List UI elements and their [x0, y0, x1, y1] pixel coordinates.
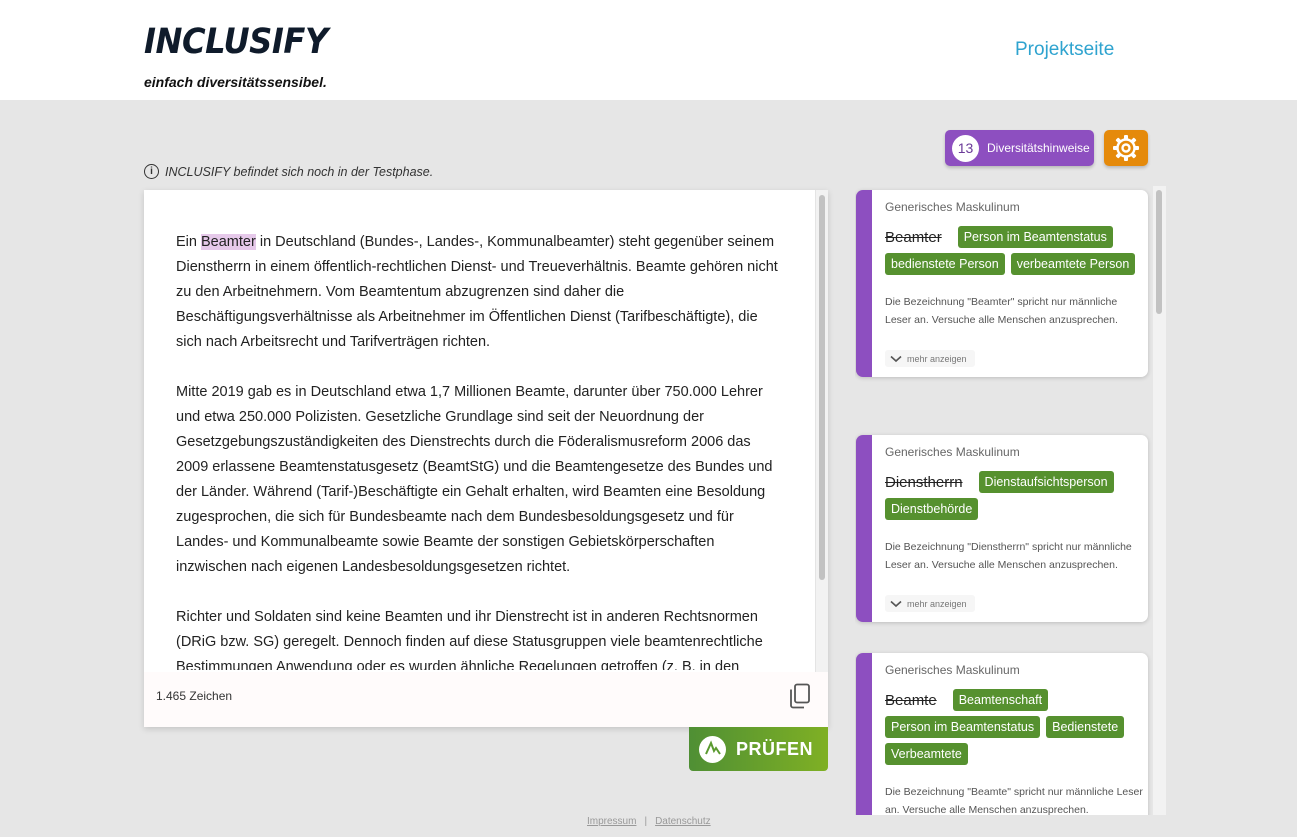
hints-label: Diversitätshinweise: [987, 141, 1090, 155]
hint-type: Generisches Maskulinum: [885, 663, 1020, 677]
impressum-link[interactable]: Impressum: [587, 816, 636, 827]
scrollbar-thumb[interactable]: [1156, 190, 1162, 314]
check-logo-icon: [699, 735, 726, 763]
hint-card: Generisches Maskulinum Beamte Beamtensch…: [856, 653, 1148, 815]
tagline: einfach diversitätssensibel.: [144, 74, 327, 90]
chevron-down-icon: [890, 600, 902, 608]
footer: Impressum | Datenschutz: [587, 816, 711, 827]
hint-description: Die Bezeichnung "Beamter" spricht nur mä…: [885, 296, 1118, 326]
text-segment: Ein: [176, 234, 201, 250]
editor-footer: 1.465 Zeichen: [144, 672, 828, 727]
character-count: 1.465 Zeichen: [156, 689, 233, 703]
check-button[interactable]: PRÜFEN: [689, 727, 828, 771]
suggestion-chip[interactable]: Dienstaufsichtsperson: [978, 471, 1114, 493]
suggestion-chip[interactable]: bedienstete Person: [885, 253, 1005, 275]
header: INCLUSIFY einfach diversitätssensibel. P…: [0, 0, 1297, 100]
hints-count-badge: 13: [952, 134, 979, 162]
show-more-button[interactable]: mehr anzeigen: [885, 350, 975, 367]
show-more-label: mehr anzeigen: [907, 599, 967, 609]
info-icon: i: [144, 164, 159, 179]
hint-description: Die Bezeichnung "Beamte" spricht nur män…: [885, 786, 1143, 815]
show-more-button[interactable]: mehr anzeigen: [885, 595, 975, 612]
text-editor[interactable]: Ein Beamter in Deutschland (Bundes-, Lan…: [144, 190, 828, 727]
testphase-notice: i INCLUSIFY befindet sich noch in der Te…: [144, 164, 433, 179]
suggestion-chip[interactable]: Bedienstete: [1046, 716, 1125, 738]
app-logo: INCLUSIFY: [144, 22, 328, 62]
hint-card: Generisches Maskulinum Dienstherrn Diens…: [856, 435, 1148, 622]
hint-type: Generisches Maskulinum: [885, 445, 1020, 459]
highlighted-term[interactable]: Beamter: [201, 234, 256, 250]
paragraph: Ein Beamter in Deutschland (Bundes-, Lan…: [176, 230, 786, 355]
suggestion-chip[interactable]: Dienstbehörde: [885, 498, 979, 520]
copy-icon[interactable]: [789, 683, 811, 709]
hint-description: Die Bezeichnung "Dienstherrn" spricht nu…: [885, 541, 1132, 571]
gear-icon: [1113, 135, 1139, 161]
hint-type: Generisches Maskulinum: [885, 200, 1020, 214]
suggestion-chip[interactable]: Verbeamtete: [885, 743, 968, 765]
suggestion-chip[interactable]: Person im Beamtenstatus: [885, 716, 1041, 738]
check-button-label: PRÜFEN: [736, 738, 814, 759]
diversity-hints-button[interactable]: 13 Diversitätshinweise: [945, 130, 1094, 166]
paragraph: Mitte 2019 gab es in Deutschland etwa 1,…: [176, 384, 773, 575]
scrollbar-thumb[interactable]: [819, 195, 825, 580]
suggestion-chip[interactable]: verbeamtete Person: [1010, 253, 1136, 275]
flagged-term: Beamter: [885, 228, 942, 246]
show-more-label: mehr anzeigen: [907, 354, 967, 364]
hints-panel: Generisches Maskulinum Beamter Person im…: [855, 186, 1168, 815]
suggestion-chip[interactable]: Person im Beamtenstatus: [957, 226, 1113, 248]
project-page-link[interactable]: Projektseite: [1015, 39, 1114, 61]
settings-button[interactable]: [1104, 130, 1148, 166]
hint-card: Generisches Maskulinum Beamter Person im…: [856, 190, 1148, 377]
panel-scrollbar[interactable]: [1153, 186, 1166, 815]
chevron-down-icon: [890, 355, 902, 363]
editor-text-area[interactable]: Ein Beamter in Deutschland (Bundes-, Lan…: [176, 230, 786, 670]
footer-separator: |: [644, 816, 648, 827]
notice-text: INCLUSIFY befindet sich noch in der Test…: [165, 164, 434, 179]
datenschutz-link[interactable]: Datenschutz: [655, 816, 711, 827]
suggestion-chip[interactable]: Beamtenschaft: [952, 689, 1049, 711]
editor-scrollbar[interactable]: [815, 190, 828, 672]
text-segment: in Deutschland (Bundes-, Landes-, Kommun…: [176, 234, 778, 350]
paragraph: Richter und Soldaten sind keine Beamten …: [176, 609, 763, 670]
flagged-term: Beamte: [885, 691, 937, 709]
flagged-term: Dienstherrn: [885, 473, 963, 491]
